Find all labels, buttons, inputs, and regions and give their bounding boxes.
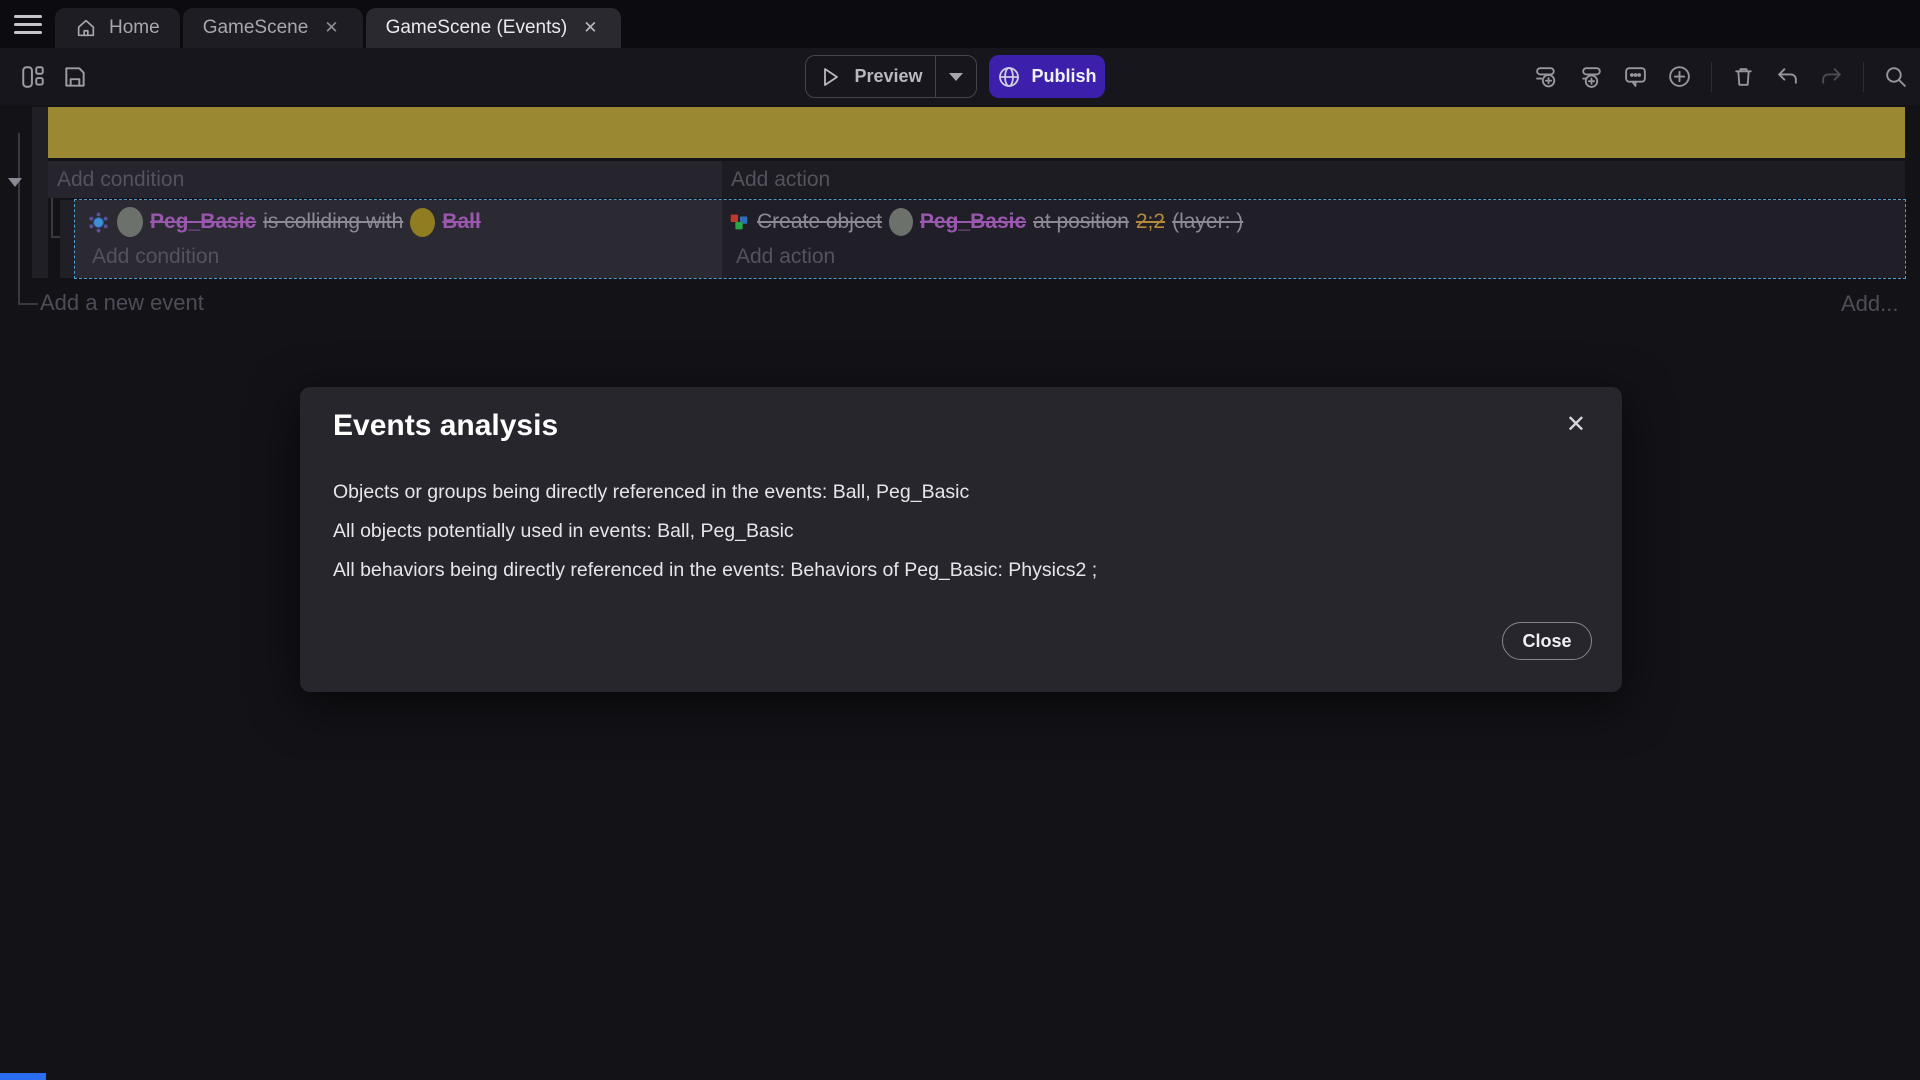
add-subevent-icon[interactable] (1579, 64, 1604, 89)
events-toolbar-icons (1535, 48, 1908, 105)
main-menu-icon[interactable] (14, 15, 42, 35)
publish-label: Publish (1031, 66, 1096, 87)
event-comment-block[interactable] (48, 107, 1905, 158)
tab-strip: Home GameScene ✕ GameScene (Events) ✕ (55, 8, 624, 48)
collision-icon (87, 211, 110, 234)
preview-button[interactable]: Preview (805, 55, 977, 98)
create-object-icon (728, 211, 750, 233)
add-new-event-button[interactable]: Add a new event (40, 290, 204, 316)
chevron-down-icon (949, 73, 963, 81)
add-condition-placeholder[interactable]: Add condition (83, 240, 219, 274)
tab-gamescene-events-label: GameScene (Events) (386, 17, 568, 39)
toolbar-separator (1711, 62, 1712, 92)
event-actions-column[interactable]: Create object Peg_Basic at position 2;2 … (722, 200, 1905, 278)
dialog-body: Objects or groups being directly referen… (333, 481, 1097, 598)
group-add-condition-row[interactable]: Add condition (48, 161, 722, 198)
add-comment-icon[interactable] (1623, 64, 1648, 89)
dialog-line-objects-referenced: Objects or groups being directly referen… (333, 481, 1097, 504)
tab-gamescene-events[interactable]: GameScene (Events) ✕ (366, 8, 622, 48)
action-coords: 2;2 (1136, 210, 1165, 234)
preview-button-main[interactable]: Preview (806, 56, 935, 97)
undo-icon[interactable] (1775, 64, 1800, 89)
search-icon[interactable] (1883, 64, 1908, 89)
group-add-action-row[interactable]: Add action (722, 161, 1905, 198)
toolbar-separator-2 (1863, 62, 1864, 92)
condition-collision[interactable]: Peg_Basic is colliding with Ball (87, 205, 481, 239)
event-collapse-arrow-icon[interactable] (8, 178, 22, 187)
project-manager-icon[interactable] (20, 64, 46, 90)
event-conditions-column[interactable]: Peg_Basic is colliding with Ball Add con… (75, 200, 722, 278)
condition-text: is colliding with (263, 210, 403, 234)
delete-icon[interactable] (1731, 64, 1756, 89)
condition-object1: Peg_Basic (150, 210, 256, 234)
action-suffix: (layer: ) (1172, 210, 1243, 234)
tab-gamescene-events-close-icon[interactable]: ✕ (579, 16, 601, 40)
condition-object2: Ball (442, 210, 481, 234)
tree-line-sub-elbow (51, 236, 60, 238)
action-prefix: Create object (757, 210, 882, 234)
subevent-drag-rail[interactable] (60, 200, 75, 278)
dialog-close-icon[interactable]: ✕ (1566, 413, 1586, 437)
tab-home[interactable]: Home (55, 8, 180, 48)
toolbar: Preview Publish (0, 48, 1920, 105)
add-action-placeholder[interactable]: Add action (727, 240, 835, 274)
choose-event-icon[interactable] (1667, 64, 1692, 89)
event-drag-rail[interactable] (32, 107, 48, 278)
globe-icon (997, 65, 1021, 89)
action-create-object[interactable]: Create object Peg_Basic at position 2;2 … (728, 205, 1243, 239)
preview-label: Preview (854, 66, 922, 87)
tree-line-elbow (18, 303, 38, 305)
tab-gamescene-close-icon[interactable]: ✕ (320, 16, 342, 40)
add-more-button[interactable]: Add... (1841, 291, 1898, 317)
peg-basic-object-icon-2 (889, 208, 913, 236)
tree-line-vertical (18, 133, 20, 305)
dialog-line-objects-used: All objects potentially used in events: … (333, 520, 1097, 543)
events-analysis-dialog: Events analysis ✕ Objects or groups bein… (300, 387, 1622, 692)
redo-icon[interactable] (1819, 64, 1844, 89)
preview-dropdown[interactable] (936, 56, 976, 97)
peg-basic-object-icon (117, 207, 143, 237)
tab-bar: Home GameScene ✕ GameScene (Events) ✕ (0, 0, 1920, 48)
bottom-progress-strip (0, 1073, 46, 1080)
dialog-line-behaviors: All behaviors being directly referenced … (333, 559, 1097, 582)
action-object: Peg_Basic (920, 210, 1026, 234)
tab-gamescene[interactable]: GameScene ✕ (183, 8, 363, 48)
tree-line-sub-vertical (51, 198, 53, 238)
home-icon (75, 17, 97, 39)
publish-button[interactable]: Publish (989, 55, 1105, 98)
ball-object-icon (410, 208, 435, 237)
action-middle: at position (1033, 210, 1129, 234)
add-event-icon[interactable] (1535, 64, 1560, 89)
close-button[interactable]: Close (1502, 622, 1592, 660)
gdevelop-window: Home GameScene ✕ GameScene (Events) ✕ (0, 0, 1920, 1080)
group-add-action-label[interactable]: Add action (722, 161, 1905, 198)
tab-gamescene-label: GameScene (203, 17, 309, 39)
save-icon[interactable] (62, 64, 88, 90)
play-icon (818, 65, 842, 89)
tab-home-label: Home (109, 17, 160, 39)
group-add-condition-label[interactable]: Add condition (48, 161, 722, 198)
dialog-title: Events analysis (333, 409, 558, 443)
